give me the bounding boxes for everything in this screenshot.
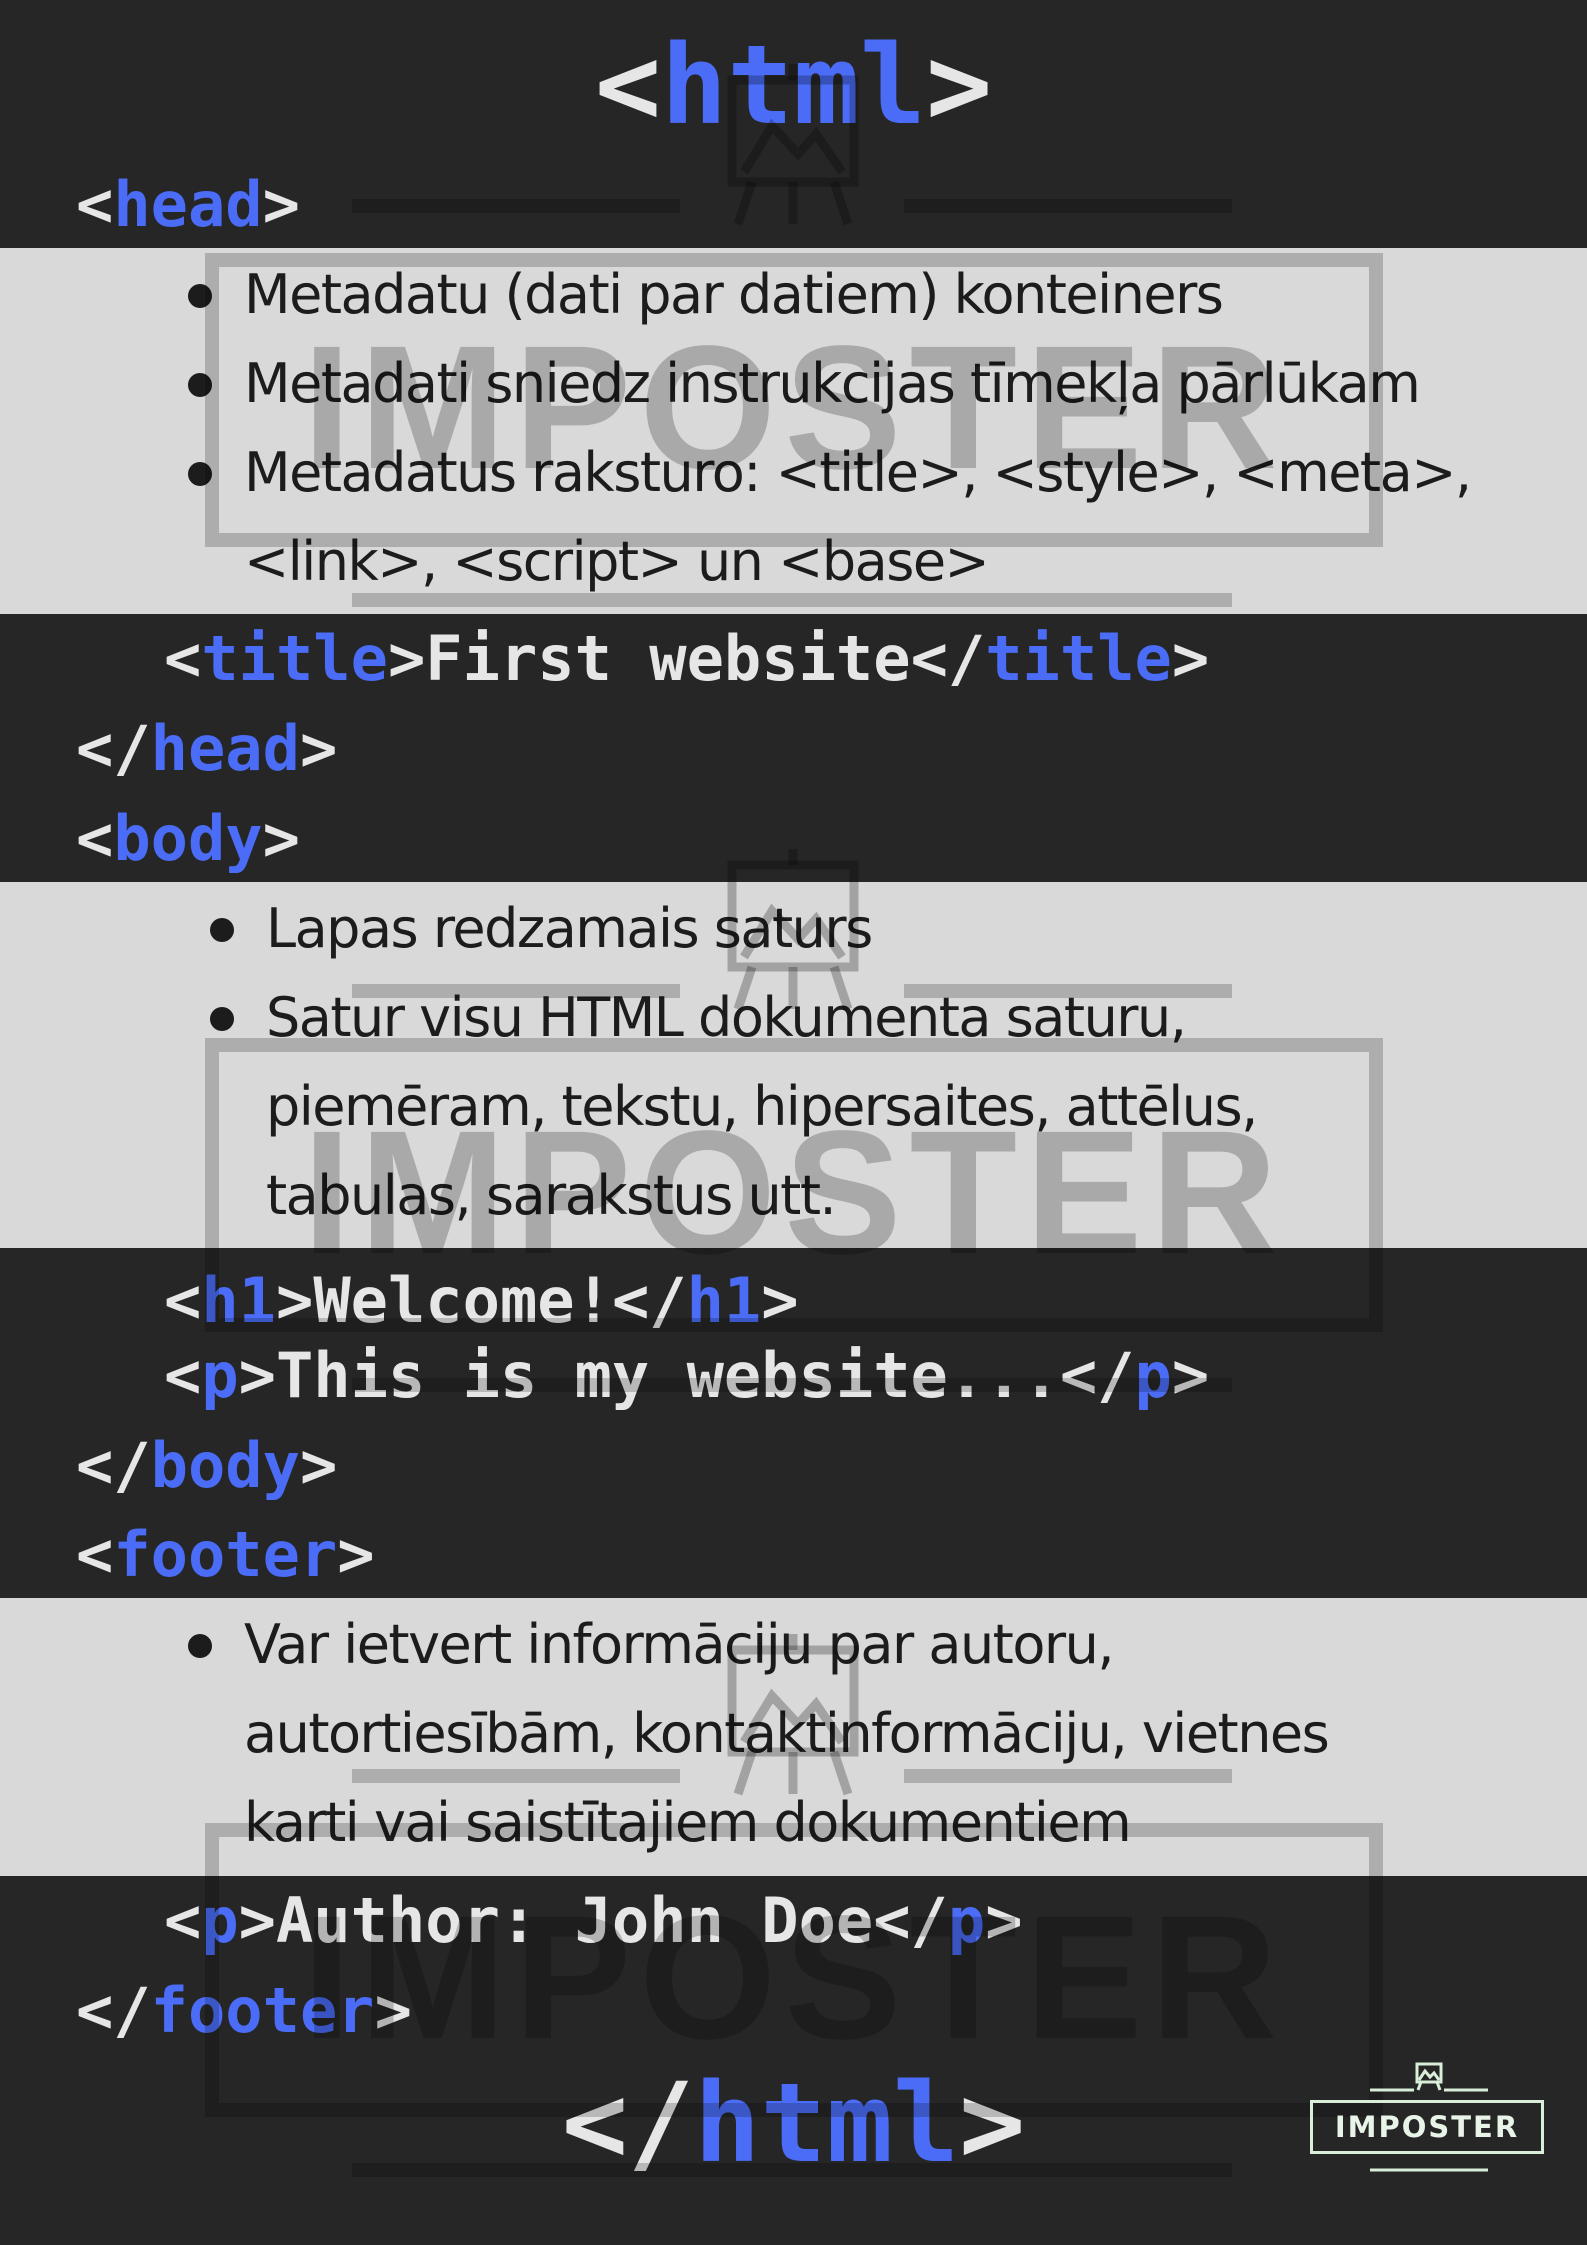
logo-text: IMPOSTER bbox=[1334, 2110, 1520, 2144]
list-item: Metadatu (dati par datiem) konteiners bbox=[187, 250, 1224, 339]
paragraph-line: <p>This is my website...</p> bbox=[164, 1339, 1210, 1412]
h1-line: <h1>Welcome!</h1> bbox=[164, 1264, 799, 1337]
body-description-band: Lapas redzamais saturs Satur visu HTML d… bbox=[0, 882, 1587, 1248]
head-open-tag: <head> bbox=[76, 168, 300, 241]
html-structure-poster: <html> <head> Metadatu (dati par datiem)… bbox=[0, 0, 1587, 2245]
list-item-continuation: karti vai saistītajiem dokumentiem bbox=[244, 1791, 1132, 1854]
html-open-tag: <html> bbox=[594, 21, 993, 149]
list-item: Metadati sniedz instrukcijas tīmekļa pār… bbox=[187, 339, 1421, 428]
list-item-continuation: <link>, <script> un <base> bbox=[244, 530, 990, 593]
author-line: <p>Author: John Doe</p> bbox=[164, 1884, 1023, 1957]
list-item-continuation: tabulas, sarakstus utt. bbox=[266, 1164, 837, 1227]
list-item-continuation: piemēram, tekstu, hipersaites, attēlus, bbox=[266, 1075, 1258, 1138]
body-close-tag: </body> bbox=[76, 1429, 338, 1502]
title-line: <title>First website</title> bbox=[164, 622, 1210, 695]
list-item: Lapas redzamais saturs bbox=[210, 884, 873, 973]
list-item: Metadatus raksturo: <title>, <style>, <m… bbox=[188, 428, 1472, 517]
body-open-tag: <body> bbox=[76, 802, 300, 875]
head-close-tag: </head> bbox=[76, 712, 338, 785]
list-item-continuation: autortiesībām, kontaktinformāciju, vietn… bbox=[244, 1702, 1330, 1765]
list-item: Var ietvert informāciju par autoru, bbox=[188, 1600, 1114, 1689]
list-item: Satur visu HTML dokumenta saturu, bbox=[209, 973, 1187, 1062]
footer-description-band: Var ietvert informāciju par autoru, auto… bbox=[0, 1598, 1587, 1876]
head-description-band: Metadatu (dati par datiem) konteiners Me… bbox=[0, 248, 1587, 614]
footer-close-tag: </footer> bbox=[76, 1974, 412, 2047]
footer-open-tag: <footer> bbox=[76, 1518, 375, 1591]
logo-frame: IMPOSTER bbox=[1310, 2100, 1544, 2154]
imposter-logo: IMPOSTER bbox=[1308, 2058, 1550, 2178]
